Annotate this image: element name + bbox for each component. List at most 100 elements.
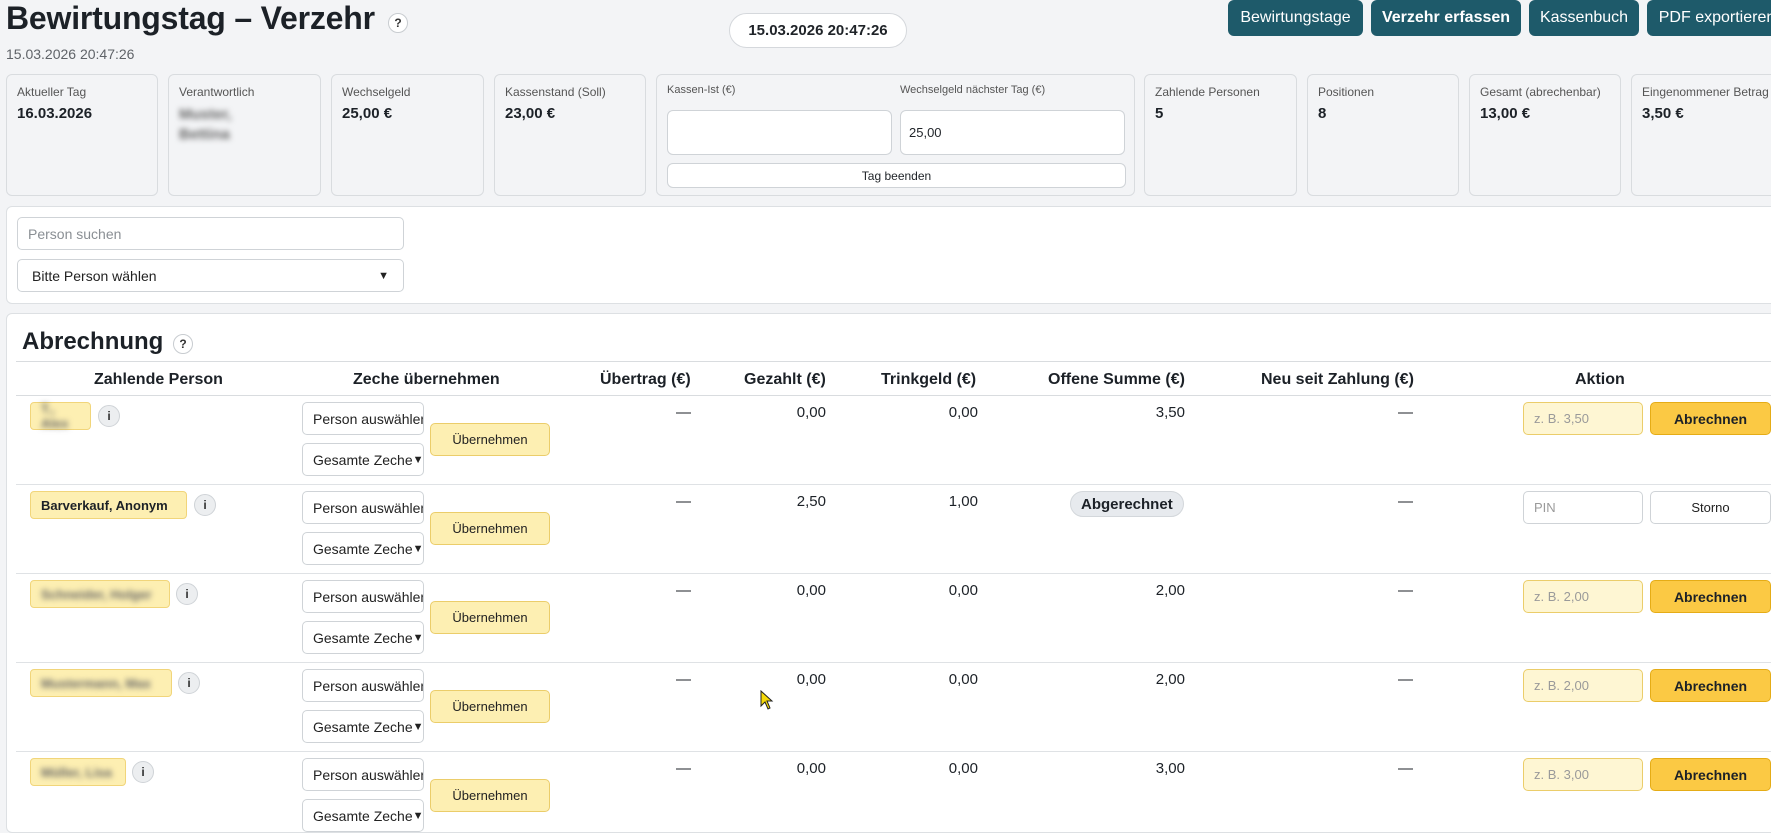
transfer-value: — bbox=[676, 582, 691, 599]
info-button[interactable]: i bbox=[178, 672, 200, 694]
new-since-payment-value: — bbox=[1398, 493, 1413, 510]
person-name-chip: Mustermann, Max bbox=[30, 669, 172, 697]
col-header-open: Offene Summe (€) bbox=[1048, 371, 1185, 388]
col-header-new: Neu seit Zahlung (€) bbox=[1261, 371, 1414, 388]
info-button[interactable]: i bbox=[194, 494, 216, 516]
amount-input[interactable]: z. B. 2,00 bbox=[1523, 580, 1643, 613]
amount-input[interactable]: z. B. 3,00 bbox=[1523, 758, 1643, 791]
end-day-button[interactable]: Tag beenden bbox=[667, 163, 1126, 188]
select-person-dropdown[interactable]: Person auswählen▼ bbox=[302, 491, 424, 524]
open-sum-value: 3,50 bbox=[1155, 404, 1185, 421]
select-scope-dropdown[interactable]: Gesamte Zeche ▼ bbox=[302, 443, 424, 476]
page-subtitle: 15.03.2026 20:47:26 bbox=[6, 46, 135, 62]
card-received: Eingenommener Betrag 3,50 € bbox=[1631, 74, 1771, 196]
chevron-down-icon: ▼ bbox=[378, 269, 389, 282]
select-person-dropdown[interactable]: Person auswählen▼ bbox=[302, 402, 424, 435]
person-search-input[interactable]: Person suchen bbox=[17, 217, 404, 250]
person-select[interactable]: Bitte Person wählen ▼ bbox=[17, 259, 404, 292]
paid-value: 0,00 bbox=[796, 404, 826, 421]
tip-value: 0,00 bbox=[948, 404, 978, 421]
mouse-cursor-icon bbox=[760, 690, 774, 710]
next-change-input[interactable]: 25,00 bbox=[900, 110, 1125, 155]
card-total: Gesamt (abrechenbar) 13,00 € bbox=[1469, 74, 1621, 196]
select-scope-dropdown[interactable]: Gesamte Zeche ▼ bbox=[302, 532, 424, 565]
amount-input[interactable]: z. B. 2,00 bbox=[1523, 669, 1643, 702]
nav-bewirtungstage-button[interactable]: Bewirtungstage bbox=[1228, 0, 1363, 36]
row-divider bbox=[16, 751, 1771, 752]
tip-value: 0,00 bbox=[948, 671, 978, 688]
card-label: Wechselgeld bbox=[342, 85, 411, 99]
person-name-chip: Barverkauf, Anonym bbox=[30, 491, 187, 519]
card-label: Aktueller Tag bbox=[17, 85, 87, 99]
row-divider bbox=[16, 662, 1771, 663]
info-button[interactable]: i bbox=[132, 761, 154, 783]
card-cash-close: Kassen-Ist (€) Wechselgeld nächster Tag … bbox=[656, 74, 1135, 196]
person-search-panel: Person suchen Bitte Person wählen ▼ bbox=[6, 206, 1771, 304]
next-change-label: Wechselgeld nächster Tag (€) bbox=[900, 84, 1046, 96]
cash-actual-label: Kassen-Ist (€) bbox=[667, 84, 736, 96]
col-header-action: Aktion bbox=[1575, 371, 1625, 388]
cash-actual-input[interactable] bbox=[667, 110, 892, 155]
take-over-button[interactable]: Übernehmen bbox=[430, 512, 550, 545]
settle-button[interactable]: Abrechnen bbox=[1650, 580, 1771, 613]
cancel-settlement-button[interactable]: Storno bbox=[1650, 491, 1771, 524]
take-over-button[interactable]: Übernehmen bbox=[430, 601, 550, 634]
new-since-payment-value: — bbox=[1398, 582, 1413, 599]
new-since-payment-value: — bbox=[1398, 760, 1413, 777]
card-label: Kassenstand (Soll) bbox=[505, 85, 606, 99]
person-select-value: Bitte Person wählen bbox=[32, 267, 157, 284]
card-responsible: Verantwortlich Muster, Bettina bbox=[168, 74, 321, 196]
card-change-money: Wechselgeld 25,00 € bbox=[331, 74, 484, 196]
card-current-day: Aktueller Tag 16.03.2026 bbox=[6, 74, 158, 196]
amount-input[interactable]: z. B. 3,50 bbox=[1523, 402, 1643, 435]
person-name-chip: T., Alex bbox=[30, 401, 91, 431]
select-person-dropdown[interactable]: Person auswählen▼ bbox=[302, 580, 424, 613]
take-over-button[interactable]: Übernehmen bbox=[430, 423, 550, 456]
help-icon[interactable]: ? bbox=[388, 13, 408, 33]
new-since-payment-value: — bbox=[1398, 671, 1413, 688]
select-person-dropdown[interactable]: Person auswählen▼ bbox=[302, 758, 424, 791]
open-sum-value: 2,00 bbox=[1155, 582, 1185, 599]
page-title: Bewirtungstag – Verzehr bbox=[6, 0, 375, 36]
card-value: Muster, Bettina bbox=[179, 106, 232, 143]
take-over-button[interactable]: Übernehmen bbox=[430, 690, 550, 723]
card-value: 16.03.2026 bbox=[17, 105, 93, 122]
nav-kassenbuch-button[interactable]: Kassenbuch bbox=[1529, 0, 1639, 36]
tip-value: 0,00 bbox=[948, 760, 978, 777]
nav-pdf-export-button[interactable]: PDF exportieren bbox=[1647, 0, 1771, 36]
col-header-transfer: Übertrag (€) bbox=[600, 371, 691, 388]
tip-value: 0,00 bbox=[948, 582, 978, 599]
card-paying-persons: Zahlende Personen 5 bbox=[1144, 74, 1297, 196]
select-person-dropdown[interactable]: Person auswählen▼ bbox=[302, 669, 424, 702]
select-scope-dropdown[interactable]: Gesamte Zeche ▼ bbox=[302, 799, 424, 832]
settle-button[interactable]: Abrechnen bbox=[1650, 669, 1771, 702]
col-header-take-over: Zeche übernehmen bbox=[353, 371, 500, 388]
card-label: Verantwortlich bbox=[179, 85, 255, 99]
person-name-chip: Schneider, Holger bbox=[30, 580, 170, 608]
card-value: 8 bbox=[1318, 105, 1327, 122]
select-scope-dropdown[interactable]: Gesamte Zeche ▼ bbox=[302, 710, 424, 743]
open-sum-value: 3,00 bbox=[1155, 760, 1185, 777]
settled-badge: Abgerechnet bbox=[1070, 491, 1184, 517]
table-header-top-line bbox=[16, 361, 1771, 362]
help-icon[interactable]: ? bbox=[173, 334, 193, 354]
clock-display: 15.03.2026 20:47:26 bbox=[729, 13, 907, 48]
settle-button[interactable]: Abrechnen bbox=[1650, 402, 1771, 435]
table-header-bottom-line bbox=[16, 395, 1771, 396]
card-value: 23,00 € bbox=[505, 105, 556, 122]
info-button[interactable]: i bbox=[176, 583, 198, 605]
settle-button[interactable]: Abrechnen bbox=[1650, 758, 1771, 791]
take-over-button[interactable]: Übernehmen bbox=[430, 779, 550, 812]
row-divider bbox=[16, 484, 1771, 485]
tip-value: 1,00 bbox=[948, 493, 978, 510]
billing-title: Abrechnung bbox=[22, 328, 164, 355]
pin-input[interactable]: PIN bbox=[1523, 491, 1643, 524]
nav-verzehr-erfassen-button[interactable]: Verzehr erfassen bbox=[1371, 0, 1521, 36]
paid-value: 0,00 bbox=[796, 671, 826, 688]
col-header-paid: Gezahlt (€) bbox=[744, 371, 826, 388]
card-value: 5 bbox=[1155, 105, 1164, 122]
info-button[interactable]: i bbox=[98, 405, 120, 427]
paid-value: 2,50 bbox=[796, 493, 826, 510]
select-scope-dropdown[interactable]: Gesamte Zeche ▼ bbox=[302, 621, 424, 654]
transfer-value: — bbox=[676, 671, 691, 688]
